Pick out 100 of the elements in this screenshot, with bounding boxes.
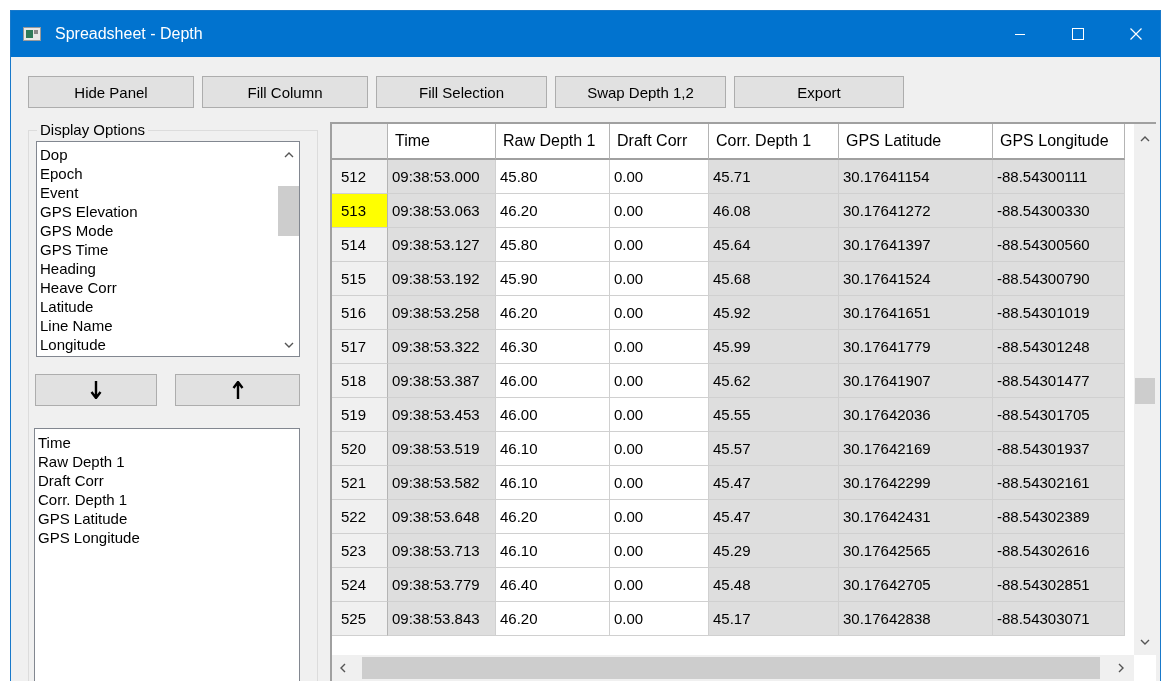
toolbar-button[interactable]: Fill Column	[202, 76, 368, 108]
toolbar-button[interactable]: Fill Selection	[376, 76, 547, 108]
scroll-up-icon[interactable]	[283, 152, 294, 158]
available-list[interactable]: Dop Epoch Event GPS Elevation GPS Mode GPS Time Heading Heave Corr Latitude Line Name Longitude	[36, 141, 300, 357]
column-header[interactable]: GPS Longitude	[993, 124, 1125, 160]
table-cell: 0.00	[610, 296, 709, 330]
table-cell: 0.00	[610, 160, 709, 194]
column-header[interactable]: Draft Corr	[610, 124, 709, 160]
close-icon[interactable]	[1130, 28, 1142, 40]
list-item[interactable]: Time	[38, 433, 71, 452]
list-item[interactable]: Corr. Depth 1	[38, 490, 128, 509]
list-item[interactable]: Line Name	[40, 316, 113, 335]
table-cell: 45.48	[709, 568, 839, 602]
row-header[interactable]: 513	[332, 194, 388, 228]
scroll-left-icon[interactable]	[340, 663, 346, 673]
table-cell: -88.54302389	[993, 500, 1125, 534]
list-item[interactable]: GPS Latitude	[38, 509, 128, 528]
column-header[interactable]: Raw Depth 1	[496, 124, 610, 160]
table-cell: -88.54300111	[993, 160, 1125, 194]
scroll-up-icon[interactable]	[1140, 136, 1150, 142]
shown-list[interactable]: Time Raw Depth 1 Draft Corr Corr. Depth 1 GPS Latitude GPS Longitude	[34, 428, 300, 681]
list-item[interactable]: Event	[40, 183, 79, 202]
table-cell: 46.10	[496, 432, 610, 466]
list-item[interactable]: Latitude	[40, 297, 94, 316]
scroll-down-icon[interactable]	[283, 342, 294, 348]
table-cell: -88.54302161	[993, 466, 1125, 500]
list-item[interactable]: Heading	[40, 259, 96, 278]
table-cell: -88.54302851	[993, 568, 1125, 602]
row-header[interactable]: 520	[332, 432, 388, 466]
row-header[interactable]: 517	[332, 330, 388, 364]
table-cell: 45.47	[709, 500, 839, 534]
table-cell: 30.17642565	[839, 534, 993, 568]
table-cell: 0.00	[610, 364, 709, 398]
list-item[interactable]: Raw Depth 1	[38, 452, 125, 471]
table-cell: 30.17641651	[839, 296, 993, 330]
row-header[interactable]: 518	[332, 364, 388, 398]
table-cell: -88.54300790	[993, 262, 1125, 296]
list-item[interactable]: GPS Elevation	[40, 202, 138, 221]
table-cell: 30.17641524	[839, 262, 993, 296]
table-cell: 45.71	[709, 160, 839, 194]
table-cell: 0.00	[610, 228, 709, 262]
table-cell: 09:38:53.063	[388, 194, 496, 228]
row-header[interactable]: 525	[332, 602, 388, 636]
row-header[interactable]: 519	[332, 398, 388, 432]
table-cell: 0.00	[610, 466, 709, 500]
list-item[interactable]: GPS Longitude	[38, 528, 140, 547]
table-cell: 0.00	[610, 534, 709, 568]
scrollbar-thumb[interactable]	[278, 186, 299, 236]
row-header[interactable]: 515	[332, 262, 388, 296]
column-header[interactable]: Corr. Depth 1	[709, 124, 839, 160]
row-header[interactable]: 523	[332, 534, 388, 568]
row-header[interactable]: 521	[332, 466, 388, 500]
row-header[interactable]: 516	[332, 296, 388, 330]
table-cell: 46.10	[496, 534, 610, 568]
column-header[interactable]: GPS Latitude	[839, 124, 993, 160]
table-cell: -88.54301019	[993, 296, 1125, 330]
up-arrow-icon	[231, 381, 244, 399]
table-cell: 09:38:53.387	[388, 364, 496, 398]
list-item[interactable]: Draft Corr	[38, 471, 104, 490]
list-item[interactable]: Heave Corr	[40, 278, 117, 297]
table-cell: 09:38:53.322	[388, 330, 496, 364]
table-cell: 0.00	[610, 602, 709, 636]
scrollbar-thumb[interactable]	[362, 657, 1100, 679]
table-cell: 09:38:53.582	[388, 466, 496, 500]
table-cell: -88.54301705	[993, 398, 1125, 432]
row-header[interactable]: 524	[332, 568, 388, 602]
down-arrow-icon	[90, 381, 102, 399]
row-header[interactable]: 512	[332, 160, 388, 194]
table-cell: 46.30	[496, 330, 610, 364]
toolbar-button[interactable]: Hide Panel	[28, 76, 194, 108]
table-cell: -88.54303071	[993, 602, 1125, 636]
table-cell: 30.17641397	[839, 228, 993, 262]
table-cell: 46.20	[496, 500, 610, 534]
table-cell: 30.17642299	[839, 466, 993, 500]
table-cell: 30.17641779	[839, 330, 993, 364]
maximize-icon[interactable]	[1072, 28, 1084, 40]
table-cell: 0.00	[610, 262, 709, 296]
table-cell: 30.17642838	[839, 602, 993, 636]
table-cell: 0.00	[610, 330, 709, 364]
list-item[interactable]: GPS Mode	[40, 221, 114, 240]
table-cell: 45.17	[709, 602, 839, 636]
table-cell: 45.90	[496, 262, 610, 296]
table-cell: 30.17642431	[839, 500, 993, 534]
scroll-down-icon[interactable]	[1140, 639, 1150, 645]
table-cell: 46.10	[496, 466, 610, 500]
table-cell: 45.47	[709, 466, 839, 500]
table-cell: 45.99	[709, 330, 839, 364]
scrollbar-thumb[interactable]	[1135, 378, 1155, 404]
table-cell: 0.00	[610, 194, 709, 228]
list-item[interactable]: Longitude	[40, 335, 106, 354]
toolbar-button[interactable]: Export	[734, 76, 904, 108]
column-header[interactable]: Time	[388, 124, 496, 160]
list-item[interactable]: GPS Time	[40, 240, 109, 259]
table-cell: 0.00	[610, 568, 709, 602]
list-item[interactable]: Epoch	[40, 164, 83, 183]
row-header[interactable]: 514	[332, 228, 388, 262]
row-header[interactable]: 522	[332, 500, 388, 534]
list-item[interactable]: Dop	[40, 145, 68, 164]
scroll-right-icon[interactable]	[1118, 663, 1124, 673]
toolbar-button[interactable]: Swap Depth 1,2	[555, 76, 726, 108]
